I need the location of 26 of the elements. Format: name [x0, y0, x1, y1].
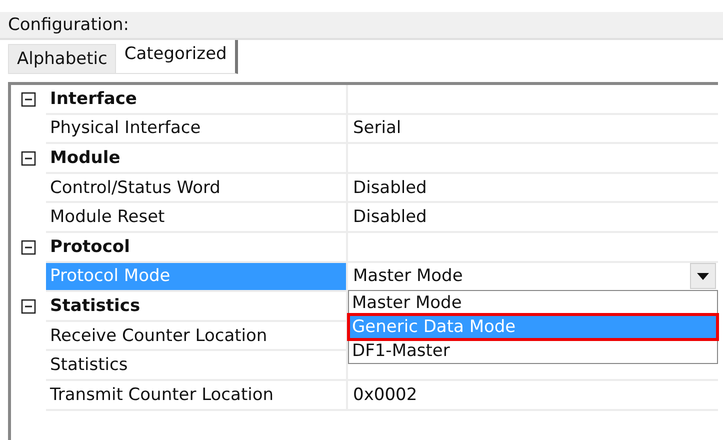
property-value: Master Mode	[353, 266, 463, 286]
category-label: Module	[50, 148, 120, 168]
dropdown-option[interactable]: Master Mode	[349, 291, 717, 316]
property-value: Disabled	[353, 207, 427, 228]
property-value: Serial	[353, 118, 402, 138]
collapse-icon[interactable]	[21, 92, 36, 108]
category-label: Interface	[50, 88, 137, 109]
property-value: 0x0002	[353, 384, 418, 405]
collapse-icon[interactable]	[21, 240, 36, 256]
category-label: Protocol	[50, 236, 130, 257]
property-name[interactable]: Physical Interface	[46, 114, 348, 144]
caret-icon	[697, 272, 709, 280]
dropdown-option[interactable]: DF1-Master	[349, 339, 717, 364]
property-value: Disabled	[353, 178, 427, 198]
tab[interactable]: Alphabetic	[8, 44, 116, 74]
property-name[interactable]: Receive Counter Location	[46, 322, 348, 352]
property-name[interactable]: Control/Status Word	[46, 174, 348, 204]
property-name[interactable]: Transmit Counter Location	[46, 380, 348, 411]
dropdown-button[interactable]	[690, 263, 716, 290]
property-name[interactable]: Statistics	[46, 351, 348, 381]
category-label: Statistics	[50, 296, 140, 316]
configuration-header: Configuration:	[0, 12, 723, 40]
tab[interactable]: Categorized	[116, 40, 238, 74]
collapse-icon[interactable]	[21, 151, 36, 166]
property-name[interactable]: Module Reset	[46, 203, 348, 233]
collapse-icon[interactable]	[21, 299, 36, 314]
